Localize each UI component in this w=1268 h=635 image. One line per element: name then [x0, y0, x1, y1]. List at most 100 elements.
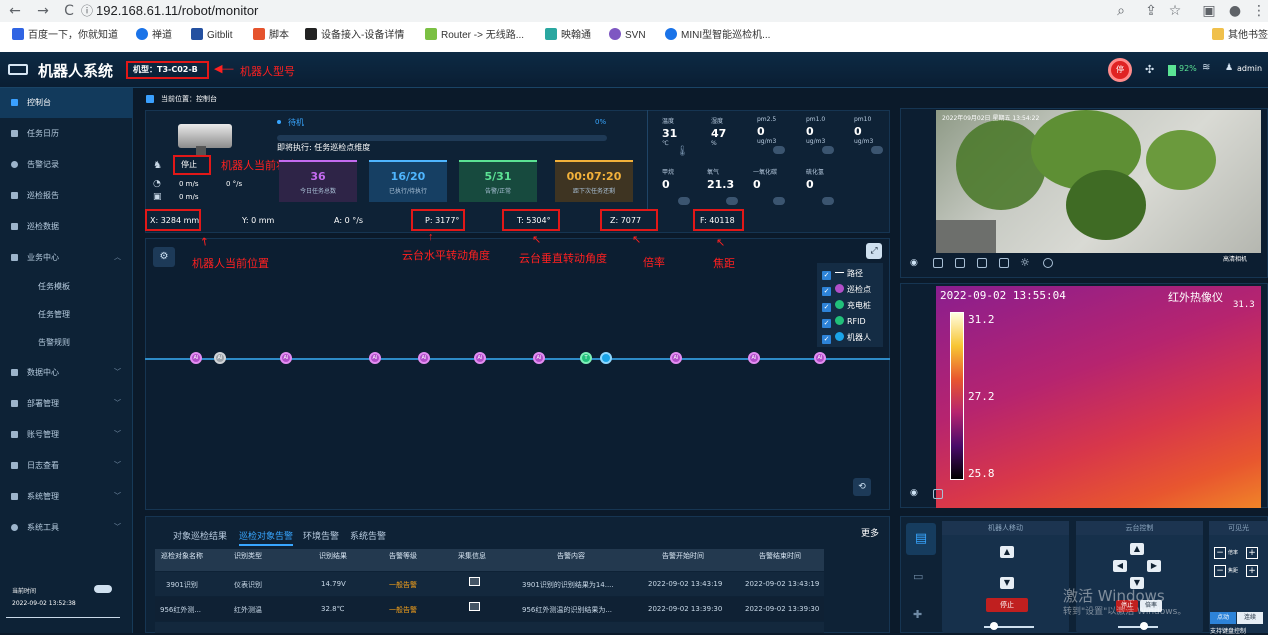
inspection-point-inactive[interactable]: AI	[214, 352, 226, 364]
sidebar-item-deploy[interactable]: 部署管理 ﹀	[0, 389, 133, 419]
sidebar-item-data[interactable]: 巡检数据	[0, 212, 133, 242]
reload-icon[interactable]: C	[60, 2, 78, 20]
monitor-icon[interactable]: ▭	[913, 570, 923, 583]
camera-feed[interactable]	[936, 110, 1261, 253]
inspection-point[interactable]: AI	[748, 352, 760, 364]
bookmark-device[interactable]: 设备接入-设备详情	[305, 28, 404, 43]
inspection-point[interactable]: AI	[369, 352, 381, 364]
map-panel[interactable]	[145, 238, 890, 510]
gamepad-icon[interactable]: ✚	[913, 608, 922, 621]
star-icon[interactable]: ☆	[1166, 2, 1184, 20]
inspection-point[interactable]: AI	[280, 352, 292, 364]
sidebar-icon[interactable]: ▣	[1200, 2, 1218, 20]
inspection-point[interactable]: AI	[670, 352, 682, 364]
table-row[interactable]	[155, 622, 824, 633]
light-icon[interactable]: ☼	[1020, 256, 1030, 269]
continuous-mode-button[interactable]: 连续	[1237, 612, 1263, 624]
forward-icon[interactable]: →	[34, 2, 52, 20]
sidebar-item-alarms[interactable]: 告警记录	[0, 150, 133, 180]
sidebar-item-business[interactable]: 业务中心 ︿	[0, 243, 133, 273]
sidebar-item-alarm-rules[interactable]: 告警规则	[0, 328, 133, 358]
checkbox[interactable]: ✓	[822, 335, 831, 344]
bookmark-mini[interactable]: MINI型智能巡检机...	[665, 28, 770, 43]
checkbox[interactable]: ✓	[822, 319, 831, 328]
emergency-stop-button[interactable]: 停	[1108, 58, 1132, 82]
inspection-point[interactable]: AI	[814, 352, 826, 364]
bookmark-baidu[interactable]: 百度一下，你就知道	[12, 28, 118, 43]
reset-view-icon[interactable]: ⟲	[853, 478, 871, 496]
bookmark-script[interactable]: 脚本	[253, 28, 289, 43]
expand-icon[interactable]: ⤢	[866, 243, 882, 259]
legend-robot[interactable]: ✓ 机器人	[822, 332, 871, 344]
inspection-point[interactable]: AI	[418, 352, 430, 364]
ptz-left-button[interactable]: ◀	[1113, 560, 1127, 572]
sidebar-item-report[interactable]: 巡检报告	[0, 181, 133, 211]
sidebar-item-task-template[interactable]: 任务模板	[0, 272, 133, 302]
charging-station[interactable]: T	[580, 352, 592, 364]
url-field[interactable]: 192.168.61.11/robot/monitor	[96, 1, 258, 21]
talk-icon[interactable]	[1043, 258, 1053, 268]
ptz-slider[interactable]	[1118, 626, 1158, 628]
menu-icon[interactable]: ⋮	[1250, 2, 1268, 20]
image-icon[interactable]	[469, 577, 480, 586]
slider-handle[interactable]	[990, 622, 998, 630]
thermal-record-icon[interactable]	[933, 489, 943, 499]
more-link[interactable]: 更多	[861, 526, 879, 539]
map-tool-icon[interactable]: ⚙	[153, 247, 175, 267]
inspection-point[interactable]: AI	[190, 352, 202, 364]
focus-out-button[interactable]: −	[1214, 565, 1226, 577]
sidebar-item-logs[interactable]: 日志查看 ﹀	[0, 451, 133, 481]
record-icon[interactable]	[933, 258, 943, 268]
camera-icon[interactable]: ◉	[910, 258, 918, 268]
sidebar-item-account[interactable]: 账号管理 ﹀	[0, 420, 133, 450]
profile-icon[interactable]: ●	[1226, 2, 1244, 20]
sidebar-item-system[interactable]: 系统管理 ﹀	[0, 482, 133, 512]
legend-path[interactable]: ✓ 路径	[822, 268, 863, 280]
sidebar-item-tools[interactable]: 系统工具 ﹀	[0, 513, 133, 543]
slider-handle[interactable]	[1140, 622, 1148, 630]
control-mode-icon[interactable]: ▤	[906, 523, 936, 555]
checkbox[interactable]: ✓	[822, 303, 831, 312]
tab-env-alarms[interactable]: 环境告警	[303, 529, 339, 542]
zoom-in-button[interactable]: +	[1246, 547, 1258, 559]
checkbox[interactable]: ✓	[822, 271, 831, 280]
move-back-button[interactable]: ▼	[1000, 577, 1014, 589]
bookmark-gitblit[interactable]: Gitblit	[191, 28, 233, 43]
ptz-right-button[interactable]: ▶	[1147, 560, 1161, 572]
tab-inspection-results[interactable]: 对象巡检结果	[173, 529, 227, 542]
tab-object-alarms[interactable]: 巡检对象告警	[239, 529, 294, 546]
sidebar-item-console[interactable]: 控制台	[0, 88, 133, 118]
bookmark-chandao[interactable]: 禅道	[136, 28, 172, 43]
wiper-icon[interactable]	[999, 258, 1009, 268]
zoom-out-button[interactable]: −	[1214, 547, 1226, 559]
sidebar-item-data-center[interactable]: 数据中心 ﹀	[0, 358, 133, 388]
checkbox[interactable]: ✓	[822, 287, 831, 296]
zoom-icon[interactable]: ⌕	[1112, 2, 1130, 20]
move-forward-button[interactable]: ▲	[1000, 546, 1014, 558]
thermal-camera-icon[interactable]: ◉	[910, 488, 918, 498]
image-icon[interactable]	[469, 602, 480, 611]
robot-marker[interactable]	[600, 352, 612, 364]
tab-system-alarms[interactable]: 系统告警	[350, 529, 386, 542]
inspection-point[interactable]: AI	[474, 352, 486, 364]
share-icon[interactable]: ⇪	[1142, 2, 1160, 20]
sidebar-item-calendar[interactable]: 任务日历	[0, 119, 133, 149]
bookmark-yinghantong[interactable]: 映翰通	[545, 28, 591, 43]
bookmark-svn[interactable]: SVN	[609, 28, 646, 43]
back-icon[interactable]: ←	[6, 2, 24, 20]
toggle-icon[interactable]	[94, 585, 112, 593]
stop-button[interactable]: 停止	[986, 598, 1028, 612]
legend-inspection[interactable]: ✓ 巡检点	[822, 284, 871, 296]
chart-icon[interactable]	[955, 258, 965, 268]
lock-icon[interactable]	[977, 258, 987, 268]
ptz-up-button[interactable]: ▲	[1130, 543, 1144, 555]
bookmark-other[interactable]: 其他书签	[1212, 28, 1268, 43]
focus-in-button[interactable]: +	[1246, 565, 1258, 577]
username[interactable]: admin	[1237, 64, 1262, 73]
legend-rfid[interactable]: ✓ RFID	[822, 316, 866, 328]
bookmark-router[interactable]: Router -> 无线路...	[425, 28, 524, 43]
sidebar-item-task-manage[interactable]: 任务管理	[0, 300, 133, 330]
inspection-point[interactable]: AI	[533, 352, 545, 364]
legend-charging[interactable]: ✓ 充电桩	[822, 300, 871, 312]
point-mode-button[interactable]: 点动	[1210, 612, 1236, 624]
